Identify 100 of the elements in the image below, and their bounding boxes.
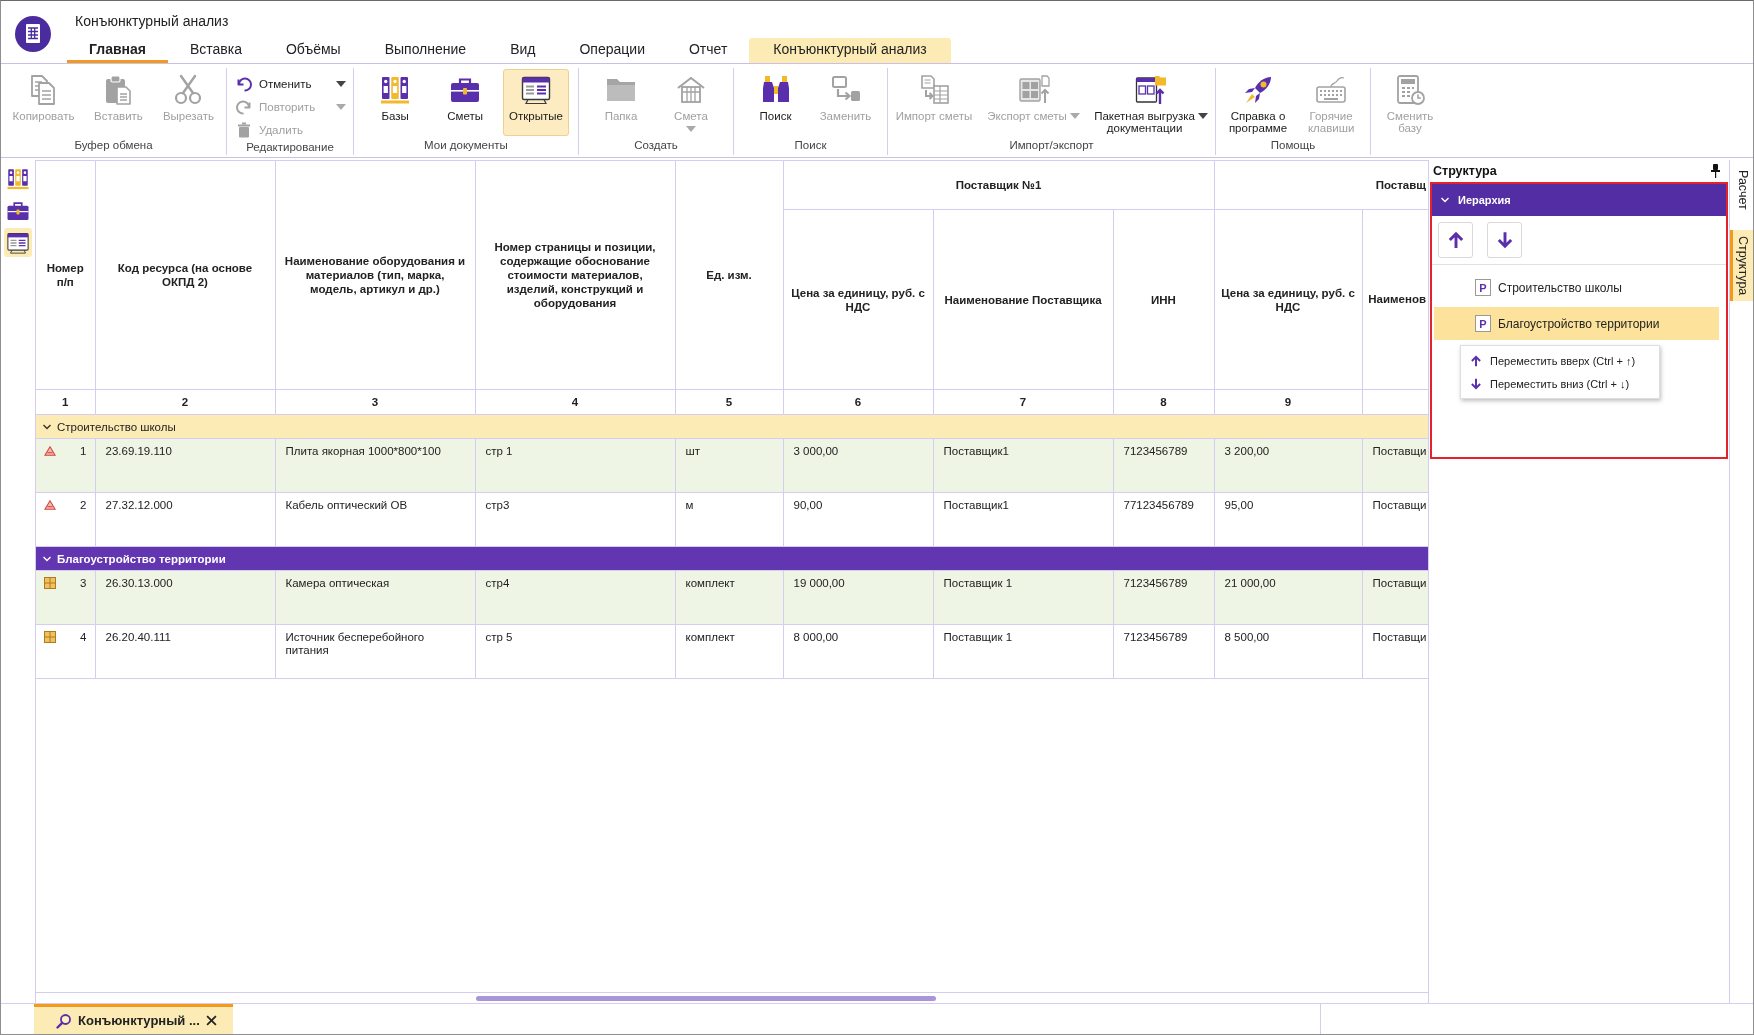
table-cell: Поставщик1 [933,492,1113,547]
ribbon-button[interactable]: Поиск [743,69,808,136]
group-label: Поиск [793,138,828,153]
column-header: Ед. изм. [675,160,783,390]
section-badge: Р [1475,315,1491,332]
undo-icon [236,75,252,92]
table-cell: 7123456789 [1113,438,1214,493]
group-row[interactable]: Благоустройство территории [36,546,1428,571]
table-cell: Поставщик 1 [933,570,1113,625]
table-cell: 3 000,00 [783,438,933,493]
ribbon-tab[interactable]: Главная [67,37,168,63]
export-icon [1017,74,1050,106]
table-cell: комплект [675,570,783,625]
table-cell: 26.20.40.111 [95,624,275,679]
column-number: 4 [475,389,675,415]
column-header: Наименование Поставщика [933,209,1113,390]
group-row[interactable]: Строительство школы [36,414,1428,439]
table-window-icon [6,230,30,255]
side-toolbar-button[interactable] [4,228,32,257]
table-cell: 7123456789 [1113,624,1214,679]
move-up-button[interactable] [1438,222,1473,258]
caret-icon[interactable] [336,80,346,87]
ribbon-button[interactable]: Справка о программе [1222,69,1294,136]
group-label: Буфер обмена [73,138,154,153]
close-icon[interactable] [205,1015,217,1026]
table-cell: Камера оптическая [275,570,475,625]
group-label: Редактирование [245,140,335,155]
group-label: Благоустройство территории [57,552,226,565]
scrollbar-thumb[interactable] [476,995,936,1001]
table-cell: стр4 [475,570,675,625]
column-header: Цена за единицу, руб. с НДС [783,209,933,390]
section-header[interactable]: Иерархия [1432,184,1726,216]
group-label: Создать [633,138,679,153]
tree-item[interactable]: Р Строительство школы [1434,271,1719,304]
group-label: Импорт/экспорт [1008,138,1095,153]
column-number: 7 [933,389,1113,415]
column-number: 3 [275,389,475,415]
table-cell: 8 000,00 [783,624,933,679]
column-header: Код ресурса (на основе ОКПД 2) [95,160,275,390]
table-row[interactable]: 3 26.30.13.000 Камера оптическая стр4 комплект 19 000,00 Поставщик 1 7123456789 21 000,00 Поставщи [36,570,1428,625]
column-group-header: Поставщик №1 [783,160,1214,210]
table-cell: шт [675,438,783,493]
table-cell: 3 200,00 [1214,438,1362,493]
column-number: 2 [95,389,275,415]
triangle-icon [44,445,56,457]
box-icon [44,577,56,589]
house-icon [675,74,707,106]
tree-item[interactable]: Р Благоустройство территории [1434,307,1719,340]
ribbon-button[interactable]: Базы [363,69,428,136]
ribbon-tab[interactable]: Конъюнктурный анализ [749,38,951,63]
ribbon-tab[interactable]: Выполнение [362,37,489,63]
binders-icon [6,166,30,191]
ribbon-tab[interactable]: Операции [557,37,667,63]
ribbon-tab[interactable]: Объёмы [264,37,363,63]
column-number: 8 [1113,389,1214,415]
ribbon-tab[interactable]: Вставка [167,37,264,63]
ribbon-tab[interactable]: Вид [488,37,558,63]
move-down-button[interactable] [1487,222,1522,258]
table-cell: 77123456789 [1113,492,1214,547]
caret-icon[interactable] [1198,113,1208,119]
table-cell: 19 000,00 [783,570,933,625]
table-cell: Кабель оптический ОВ [275,492,475,547]
column-header: Цена за единицу, руб. с НДС [1214,209,1362,390]
row-number: 4 [80,631,87,643]
table-row[interactable]: 4 26.20.40.111 Источник бесперебойного питания стр 5 комплект 8 000,00 Поставщик 1 7123456789 8 500,00 Поставщи [36,624,1428,679]
table-cell: стр 1 [475,438,675,493]
table-row[interactable]: 1 23.69.19.110 Плита якорная 1000*800*100 стр 1 шт 3 000,00 Поставщик1 7123456789 3 200,00 Поставщи [36,438,1428,493]
app-logo [15,16,51,52]
calculator-icon [1394,74,1426,106]
ribbon-button[interactable]: Открытые [503,69,569,136]
table-cell: 95,00 [1214,492,1362,547]
table-cell: стр 5 [475,624,675,679]
document-tab[interactable]: Конъюнктурный ... [34,1004,233,1034]
row-number: 2 [80,499,87,511]
table-cell: комплект [675,624,783,679]
table-cell: 21 000,00 [1214,570,1362,625]
column-group-header: Поставщ [1214,160,1428,210]
upload-icon [1135,74,1168,106]
table-cell: 8 500,00 [1214,624,1362,679]
ribbon-button[interactable]: Пакетная выгрузка документации [1090,69,1212,136]
chevron-icon[interactable] [1440,195,1450,205]
ribbon-tab[interactable]: Отчет [666,37,750,63]
arrow-up-icon [1470,354,1482,367]
ribbon-button[interactable]: Отменить [236,74,346,93]
table-cell: 23.69.19.110 [95,438,275,493]
side-tab[interactable]: Структура [1730,229,1753,302]
arrow-up-icon [1446,231,1465,249]
table-cell: 90,00 [783,492,933,547]
row-number: 3 [80,577,87,589]
column-number: 6 [783,389,933,415]
table-row[interactable]: 2 27.32.12.000 Кабель оптический ОВ стр3 м 90,00 Поставщик1 77123456789 95,00 Поставщи [36,492,1428,547]
panel-title: Структура [1433,164,1497,178]
column-number: 1 [36,389,95,415]
box-icon [44,631,56,643]
pin-icon[interactable] [1711,164,1720,178]
column-number: 9 [1214,389,1362,415]
menu-item[interactable]: Переместить вниз (Ctrl + ↓) [1461,372,1659,395]
ribbon-button[interactable]: Сметы [433,69,498,136]
table-cell: Поставщик 1 [933,624,1113,679]
menu-item[interactable]: Переместить вверх (Ctrl + ↑) [1461,349,1659,372]
